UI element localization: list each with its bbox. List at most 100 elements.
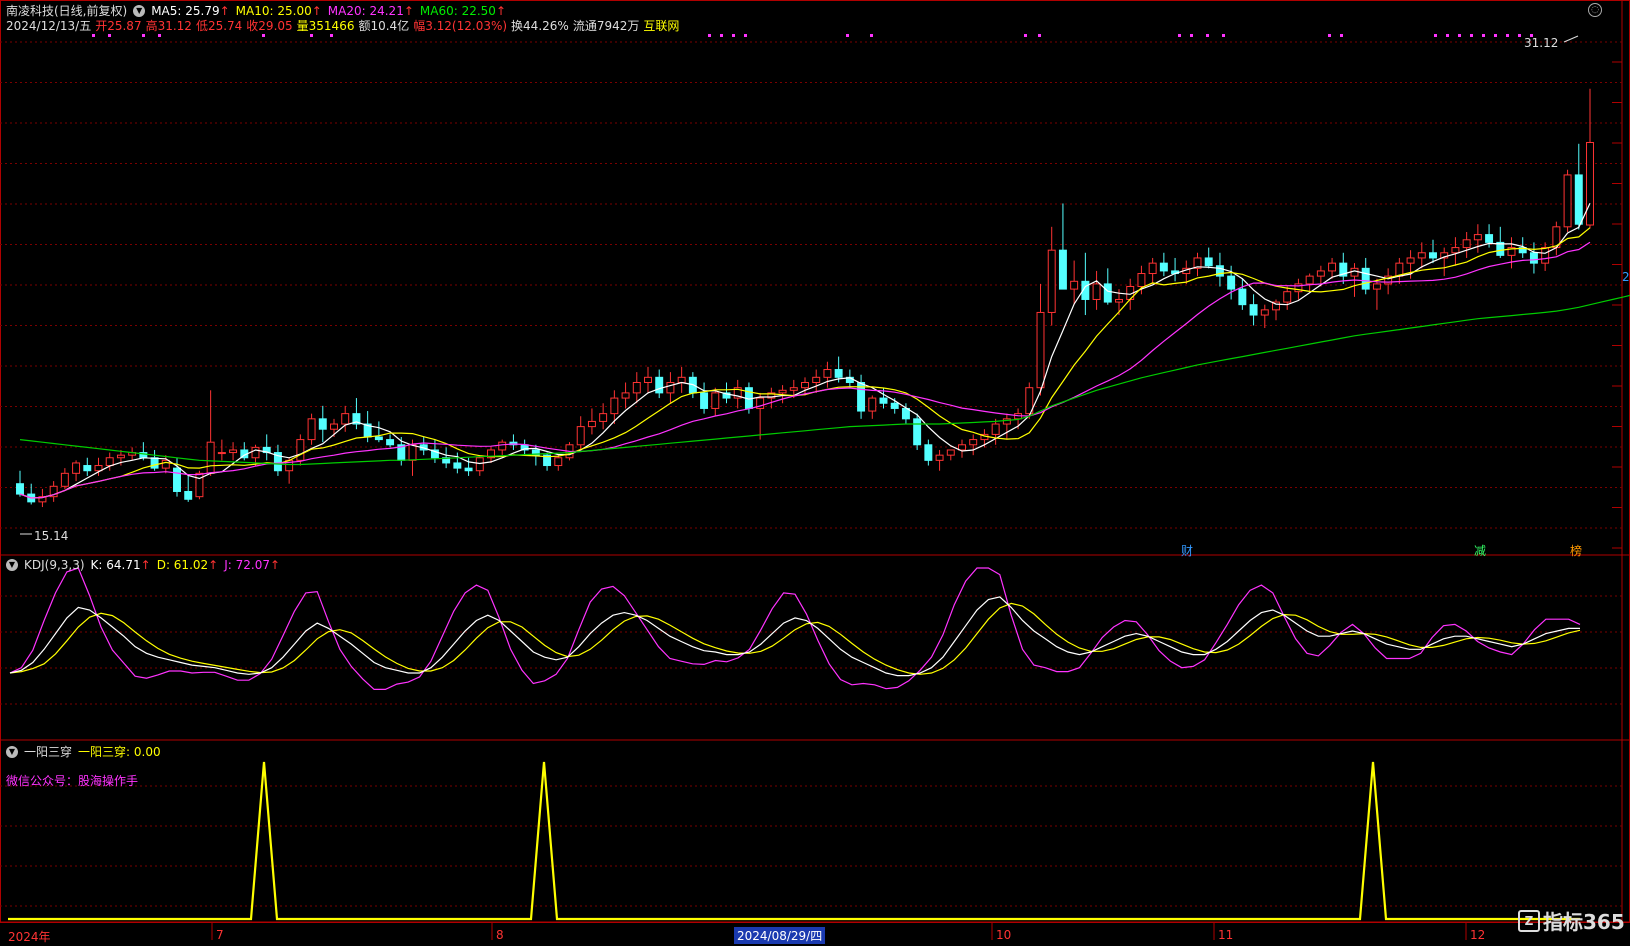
signal-dot xyxy=(1482,34,1485,37)
signal-dot xyxy=(1518,34,1521,37)
outer-border xyxy=(0,0,1630,923)
candle-body xyxy=(1148,262,1157,275)
candle-body xyxy=(890,402,899,409)
signal-dot xyxy=(262,34,265,37)
candle-body xyxy=(1159,262,1168,272)
signal-dot xyxy=(1024,34,1027,37)
candle-body xyxy=(958,444,966,451)
indicator-title: 一阳三穿 xyxy=(24,745,73,759)
candle-body xyxy=(587,420,596,428)
kdj-collapse-icon[interactable]: ▼ xyxy=(6,559,18,571)
signal-dot xyxy=(1470,34,1473,37)
right-edge-label: 2 xyxy=(1622,270,1630,284)
candle-body xyxy=(116,454,125,459)
candle-body xyxy=(1260,309,1269,316)
candle-body xyxy=(1305,275,1314,285)
watermark-icon: Z xyxy=(1518,909,1540,932)
signal-dot xyxy=(1340,34,1343,37)
candle-body xyxy=(1238,288,1247,306)
kdj-k-label: K: 64.71↑ xyxy=(90,558,151,572)
signal-dot xyxy=(1434,34,1437,37)
signal-dot xyxy=(158,34,161,37)
candle-body xyxy=(1406,257,1415,264)
x-axis-label-dec: 12 xyxy=(1470,928,1486,942)
kdj-d-label: D: 61.02↑ xyxy=(156,558,219,572)
candle-body xyxy=(1462,239,1471,249)
candle-body xyxy=(498,441,507,451)
candle-body xyxy=(834,369,843,378)
signal-dot xyxy=(330,34,333,37)
candle-body xyxy=(644,376,652,384)
x-axis-label-oct: 10 xyxy=(996,928,1012,942)
signal-dot xyxy=(1206,34,1209,37)
ma60-line xyxy=(19,294,1630,466)
signal-dot xyxy=(870,34,873,37)
candle-body xyxy=(946,449,955,456)
kdj-j-label: J: 72.07↑ xyxy=(224,558,281,572)
candle-body xyxy=(666,382,675,394)
candle-body xyxy=(554,457,563,467)
signal-dot xyxy=(1178,34,1181,37)
signal-dot xyxy=(1222,34,1225,37)
candle-body xyxy=(1092,283,1101,300)
watermark-logo: Z 指标365 xyxy=(1518,906,1625,935)
candle-body xyxy=(610,397,619,415)
candle-body xyxy=(1350,267,1359,277)
watermark-text: 指标365 xyxy=(1543,910,1625,934)
x-axis-cursor-date: 2024/08/29/四 xyxy=(734,927,826,944)
indicator-collapse-icon[interactable]: ▼ xyxy=(6,745,18,758)
signal-dot xyxy=(1190,34,1193,37)
candle-body xyxy=(1417,252,1426,259)
candle-body xyxy=(924,444,933,461)
candle-body xyxy=(150,457,159,469)
event-marker-reduce[interactable]: 减 xyxy=(1474,542,1486,559)
candle-body xyxy=(599,413,608,422)
signal-dot xyxy=(1458,34,1461,37)
candle-body xyxy=(1541,247,1550,264)
candle-body xyxy=(1451,247,1460,254)
candle-body xyxy=(60,472,69,487)
candle-body xyxy=(475,457,484,472)
signal-dot xyxy=(1328,34,1331,37)
indicator-line xyxy=(8,761,1580,921)
candle-body xyxy=(677,376,686,384)
kdj-k-line xyxy=(9,596,1580,677)
signal-dot xyxy=(92,34,95,37)
candle-body xyxy=(1283,291,1292,303)
candle-body xyxy=(341,413,350,425)
signal-dot xyxy=(720,34,723,37)
candle-body xyxy=(621,392,630,399)
candle-body xyxy=(1115,298,1123,303)
candle-body xyxy=(1473,234,1482,241)
candle-body xyxy=(655,376,664,394)
signal-dot xyxy=(732,34,735,37)
candle-body xyxy=(464,467,473,472)
candle-body xyxy=(1249,304,1258,316)
candle-body xyxy=(16,483,24,495)
candle-body xyxy=(1429,252,1437,259)
event-marker-finance[interactable]: 财 xyxy=(1181,542,1193,559)
event-marker-billboard[interactable]: 榜 xyxy=(1570,542,1582,559)
candle-body xyxy=(217,452,226,455)
candle-body xyxy=(1070,280,1079,290)
stock-chart[interactable] xyxy=(0,0,1630,946)
candle-body xyxy=(1036,311,1045,389)
indicator-value-label: 一阳三穿: 0.00 xyxy=(78,745,161,759)
kdj-header: ▼ KDJ(9,3,3) K: 64.71↑ D: 61.02↑ J: 72.0… xyxy=(6,558,280,572)
kdj-d-line xyxy=(9,602,1581,675)
candle-body xyxy=(935,454,944,461)
candle-body xyxy=(1328,262,1337,272)
candle-body xyxy=(1361,267,1370,290)
candle-body xyxy=(1574,174,1583,225)
candle-body xyxy=(307,418,316,441)
candle-body xyxy=(913,418,922,446)
candle-body xyxy=(879,397,888,404)
indicator-note: 微信公众号：股海操作手 xyxy=(6,774,139,788)
candle-body xyxy=(1485,234,1494,243)
candle-body xyxy=(1047,249,1056,313)
candle-body xyxy=(229,449,238,454)
candle-body xyxy=(296,439,305,461)
candle-body xyxy=(1586,141,1594,226)
candle-body xyxy=(1529,252,1538,264)
indicator-header: ▼ 一阳三穿 一阳三穿: 0.00 xyxy=(6,743,161,760)
